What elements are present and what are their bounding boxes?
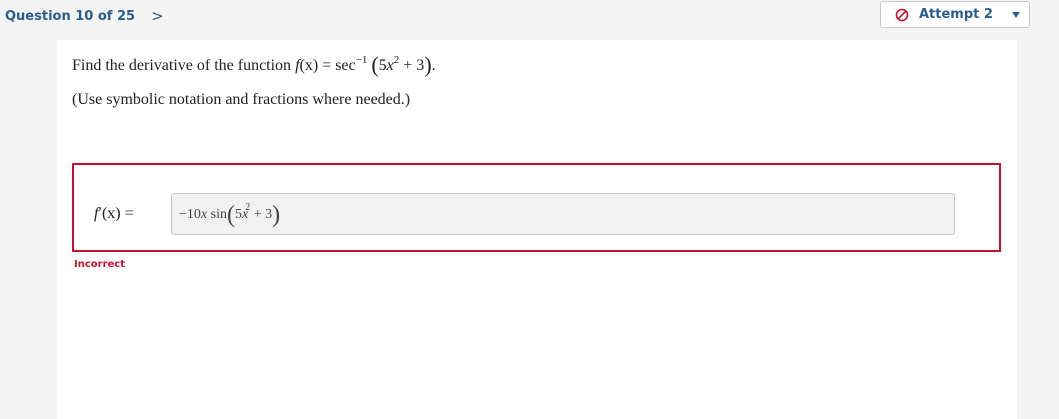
answer-value: −10x sin(5x2 + 3) (179, 202, 280, 229)
attempt-label: Attempt 2 (919, 7, 993, 22)
next-question-chevron-icon[interactable]: > (151, 7, 164, 25)
question-counter: Question 10 of 25 (5, 8, 136, 24)
answer-close-paren: ) (272, 202, 281, 228)
ban-icon (895, 8, 909, 21)
prompt-function-arg: (x) (299, 57, 319, 74)
prompt-period: . (431, 57, 436, 74)
status-incorrect: Incorrect (74, 259, 125, 270)
answer-fn: sin (207, 207, 227, 222)
prompt-inner-var: x (386, 57, 394, 74)
instruction-text: (Use symbolic notation and fractions whe… (72, 91, 411, 108)
prompt-inner-rest: + 3 (399, 57, 425, 74)
answer-input[interactable]: −10x sin(5x2 + 3) (171, 193, 955, 235)
question-nav: Question 10 of 25 > (5, 7, 164, 25)
prompt-equals-sec: = sec (318, 57, 356, 74)
answer-inner-coef: 5 (234, 207, 242, 222)
answer-label: f′(x) = (94, 205, 134, 223)
top-bar: Question 10 of 25 > Attempt 2 (0, 0, 1059, 40)
answer-label-rest: ′(x) = (98, 205, 134, 222)
question-prompt: Find the derivative of the function f(x)… (72, 52, 436, 78)
answer-open-paren: ( (226, 202, 235, 228)
prompt-inner-coef: 5 (378, 57, 387, 74)
prompt-text: Find the derivative of the function (72, 57, 296, 74)
answer-inner-rest: + 3 (250, 207, 273, 222)
attempt-dropdown[interactable]: Attempt 2 (880, 1, 1030, 28)
answer-coef: −10 (179, 207, 201, 222)
prompt-close-paren: ) (424, 52, 432, 77)
answer-box: f′(x) = −10x sin(5x2 + 3) (72, 163, 1001, 252)
caret-down-icon (1012, 12, 1020, 18)
prompt-open-paren: ( (371, 52, 379, 77)
question-panel: Find the derivative of the function f(x)… (57, 40, 1017, 419)
prompt-exponent: −1 (355, 54, 368, 66)
